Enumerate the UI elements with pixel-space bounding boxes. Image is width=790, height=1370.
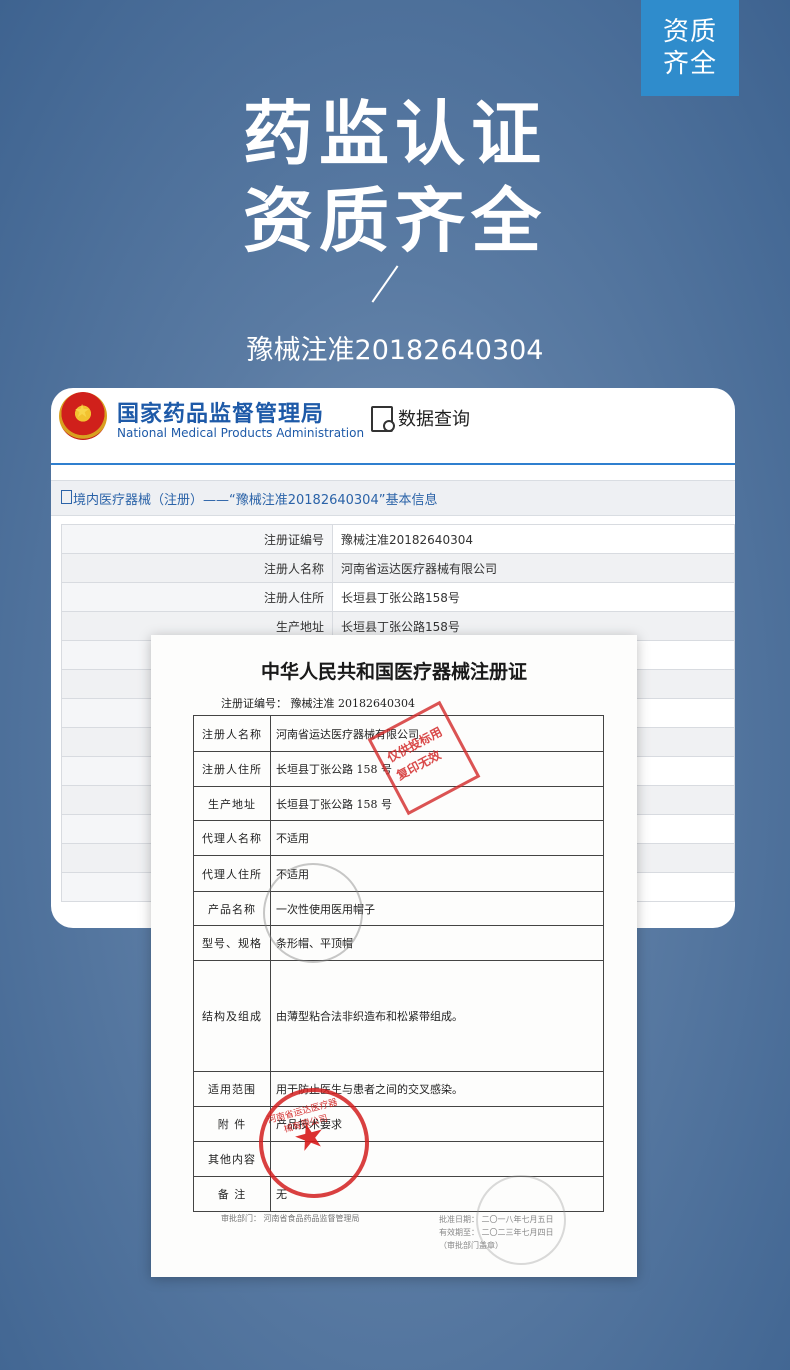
row-value: 河南省运达医疗器械有限公司 (332, 553, 735, 583)
certificate-row: 代理人名称 不适用 (193, 820, 604, 856)
hero-title-line1: 药监认证 (243, 93, 547, 175)
hero-title-line2: 资质齐全 (243, 180, 547, 262)
approval-date: 批准日期： 二〇一八年七月五日 (439, 1215, 554, 1224)
certificate-row: 附 件产品技术要求 (193, 1106, 604, 1142)
certificate-row-key: 适用范围 (193, 1071, 271, 1107)
seal-note: （审批部门盖章） (439, 1241, 503, 1250)
certificate-row: 适用范围 用于防止医生与患者之间的交叉感染。 (193, 1071, 604, 1107)
row-key: 注册证编号 (61, 524, 333, 554)
certificate-row: 代理人住所 不适用 (193, 855, 604, 892)
breadcrumb: 境内医疗器械（注册）——“豫械注准20182640304”基本信息 (51, 480, 735, 516)
table-row: 注册证编号 豫械注准20182640304 (61, 524, 735, 554)
approval-dates: 批准日期： 二〇一八年七月五日 有效期至： 二〇二三年七月四日 （审批部门盖章） (439, 1213, 554, 1252)
expiry-date: 有效期至： 二〇二三年七月四日 (439, 1228, 554, 1237)
certificate-row-value: 由薄型粘合法非织造布和松紧带组成。 (270, 960, 604, 1072)
slash-divider (371, 265, 399, 303)
certificate-row-key: 结构及组成 (193, 960, 271, 1072)
registration-number: 豫械注准20182640304 (246, 335, 544, 366)
certificate-row: 其他内容 (193, 1141, 604, 1177)
certificate-row-key: 产品名称 (193, 891, 271, 926)
row-value: 长垣县丁张公路158号 (332, 582, 735, 612)
registration-certificate: 中华人民共和国医疗器械注册证 注册证编号： 豫械注准 20182640304 注… (151, 635, 637, 1277)
certificate-row: 型号、规格 条形帽、平顶帽 (193, 925, 604, 961)
grey-seal-stamp (263, 863, 363, 963)
document-search-icon[interactable] (371, 406, 395, 432)
certificate-row-key: 型号、规格 (193, 925, 271, 961)
nmpa-name-cn: 国家药品监督管理局 (117, 402, 325, 427)
corner-tag-line1: 资质 (662, 17, 717, 47)
data-query-link[interactable]: 数据查询 (398, 405, 470, 431)
certificate-row: 结构及组成 由薄型粘合法非织造布和松紧带组成。 (193, 960, 604, 1072)
nmpa-name-en: National Medical Products Administration (117, 426, 365, 440)
row-key: 注册人住所 (61, 582, 333, 612)
certificate-row-key: 注册人住所 (193, 751, 271, 787)
table-row: 注册人住所 长垣县丁张公路158号 (61, 582, 735, 612)
row-key: 注册人名称 (61, 553, 333, 583)
document-icon (61, 490, 72, 504)
copy-stamp-text: 仅供投标用 复印无效 (384, 724, 445, 783)
certificate-row: 产品名称 一次性使用医用帽子 (193, 891, 604, 926)
certificate-row-value: 不适用 (270, 820, 604, 856)
corner-tag-line2: 齐全 (662, 49, 717, 79)
row-value: 豫械注准20182640304 (332, 524, 735, 554)
certificate-row-key: 代理人名称 (193, 820, 271, 856)
nmpa-header: 国家药品监督管理局 National Medical Products Admi… (51, 388, 735, 464)
certificate-title: 中华人民共和国医疗器械注册证 (260, 661, 527, 683)
national-emblem-icon (59, 392, 107, 440)
approval-department: 审批部门： 河南省食品药品监督管理局 (221, 1214, 360, 1223)
certificate-row-key: 代理人住所 (193, 855, 271, 892)
certificate-number: 注册证编号： 豫械注准 20182640304 (221, 697, 415, 710)
table-row: 注册人名称 河南省运达医疗器械有限公司 (61, 553, 735, 583)
certificate-row-key: 备 注 (193, 1176, 271, 1212)
breadcrumb-text: 境内医疗器械（注册）——“豫械注准20182640304”基本信息 (73, 493, 438, 508)
certificate-row-key: 注册人名称 (193, 715, 271, 752)
header-divider (51, 463, 735, 465)
certificate-row-key: 生产地址 (193, 786, 271, 821)
